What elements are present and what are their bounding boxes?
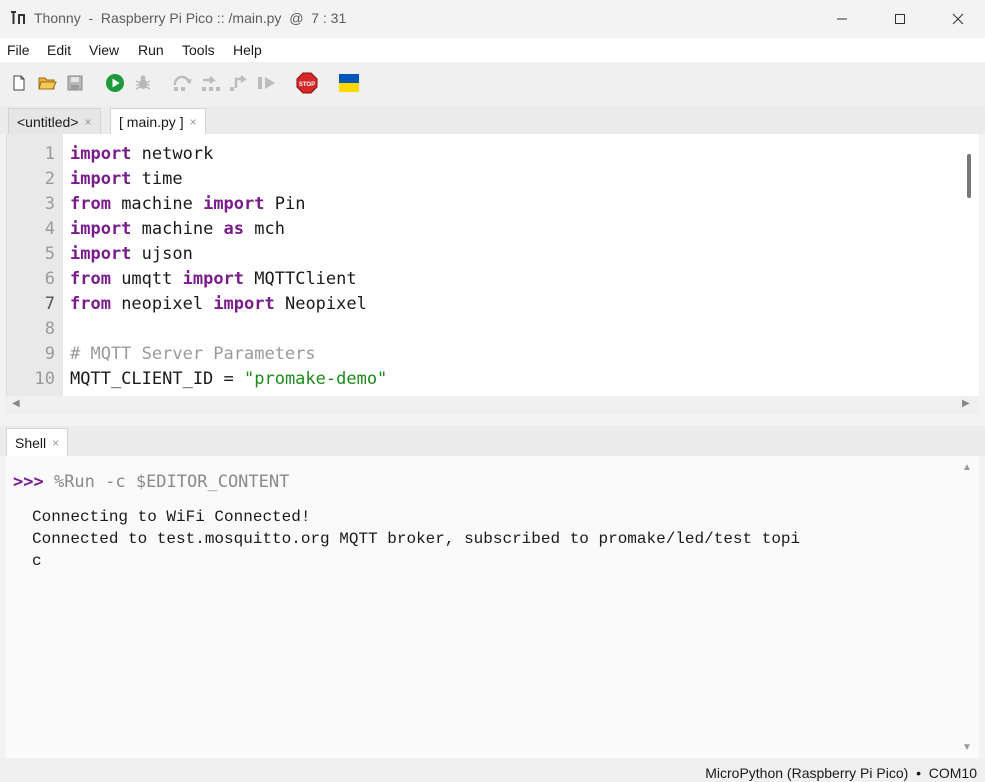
code-line: import time: [70, 169, 183, 189]
new-file-button[interactable]: [8, 72, 30, 94]
status-bar: MicroPython (Raspberry Pi Pico) • COM10: [0, 758, 985, 782]
shell-output-line: Connected to test.mosquitto.org MQTT bro…: [32, 530, 801, 548]
tab-close-icon[interactable]: ×: [52, 436, 59, 450]
editor-tabs: <untitled> × [ main.py ] ×: [0, 106, 985, 134]
line-number: 1: [44, 144, 55, 164]
shell-prompt: >>>: [13, 472, 44, 492]
debug-icon: [135, 75, 151, 90]
scroll-left-icon[interactable]: ◀: [12, 398, 20, 409]
line-number-current: 7: [44, 294, 55, 314]
scroll-down-icon[interactable]: ▼: [962, 742, 972, 753]
line-number: 8: [44, 319, 55, 339]
tab-close-icon[interactable]: ×: [85, 115, 92, 129]
shell-command: %Run -c $EDITOR_CONTENT: [43, 472, 290, 492]
tab-untitled[interactable]: <untitled> ×: [8, 108, 101, 134]
tab-main-py[interactable]: [ main.py ] ×: [110, 108, 206, 134]
editor-horizontal-scrollbar[interactable]: ◀ ▶: [6, 396, 979, 414]
step-over-icon: [173, 75, 192, 91]
ukraine-flag-icon: [339, 74, 359, 92]
shell-output-line: c: [32, 552, 42, 570]
code-line: # MQTT Server Parameters: [70, 344, 316, 364]
code-line: MQTT_CLIENT_ID = "promake-demo": [70, 369, 388, 389]
shell-panel[interactable]: >>> %Run -c $EDITOR_CONTENT Connecting t…: [6, 456, 979, 758]
menu-edit[interactable]: Edit: [47, 42, 71, 58]
line-number: 3: [44, 194, 55, 214]
minimize-button[interactable]: [813, 0, 871, 38]
code-line: from machine import Pin: [70, 194, 306, 214]
shell-tabs: Shell ×: [0, 426, 985, 456]
line-number: 5: [44, 244, 55, 264]
shell-tab-label: Shell: [15, 434, 47, 451]
step-into-icon: [202, 76, 220, 91]
stop-icon: STOP: [296, 72, 318, 94]
code-line: import ujson: [70, 244, 193, 264]
code-line: import network: [70, 144, 214, 164]
menu-file[interactable]: File: [7, 42, 30, 58]
debug-button[interactable]: [132, 72, 154, 94]
close-icon: [952, 13, 964, 25]
code-line: import machine as mch: [70, 219, 285, 239]
stop-label: STOP: [299, 82, 315, 88]
menu-help[interactable]: Help: [233, 42, 262, 58]
thonny-app-icon: [11, 11, 25, 24]
scroll-right-icon[interactable]: ▶: [962, 398, 970, 409]
line-number: 9: [44, 344, 55, 364]
minimize-icon: [837, 18, 847, 20]
code-line: from neopixel import Neopixel: [70, 294, 367, 314]
support-ukraine-button[interactable]: [338, 72, 360, 94]
resume-icon: [258, 77, 275, 89]
menu-tools[interactable]: Tools: [182, 42, 215, 58]
step-into-button[interactable]: [200, 72, 222, 94]
open-file-button[interactable]: [36, 72, 58, 94]
maximize-button[interactable]: [871, 0, 929, 38]
menu-bar: File Edit View Run Tools Help: [0, 38, 985, 62]
step-over-button[interactable]: [172, 72, 194, 94]
editor-vertical-scrollbar[interactable]: [967, 154, 971, 198]
title-bar: Thonny - Raspberry Pi Pico :: /main.py @…: [0, 0, 985, 38]
line-number: 4: [44, 219, 55, 239]
save-icon: [67, 75, 83, 91]
new-file-icon: [13, 75, 25, 91]
tab-close-icon[interactable]: ×: [190, 115, 197, 129]
tab-label: [ main.py ]: [119, 113, 184, 130]
shell-output-line: Connecting to WiFi Connected!: [32, 508, 311, 526]
tab-label: <untitled>: [17, 113, 79, 130]
open-file-icon: [38, 77, 57, 90]
toolbar: STOP: [0, 62, 985, 106]
close-button[interactable]: [929, 0, 985, 38]
stop-button[interactable]: STOP: [296, 72, 318, 94]
line-number-gutter: 1 2 3 4 5 6 7 8 9 10: [7, 134, 63, 396]
maximize-icon: [895, 14, 905, 24]
code-line: from umqtt import MQTTClient: [70, 269, 357, 289]
tab-shell[interactable]: Shell ×: [6, 428, 69, 456]
line-number: 2: [44, 169, 55, 189]
resume-button[interactable]: [256, 72, 278, 94]
run-button[interactable]: [104, 72, 126, 94]
line-number: 6: [44, 269, 55, 289]
interpreter-status[interactable]: MicroPython (Raspberry Pi Pico) • COM10: [705, 765, 977, 781]
step-out-icon: [230, 75, 248, 91]
menu-view[interactable]: View: [89, 42, 119, 58]
menu-run[interactable]: Run: [138, 42, 164, 58]
shell-prompt-line: >>> %Run -c $EDITOR_CONTENT: [13, 472, 289, 492]
step-out-button[interactable]: [228, 72, 250, 94]
window-title: Thonny - Raspberry Pi Pico :: /main.py @…: [34, 10, 347, 26]
code-editor[interactable]: 1 2 3 4 5 6 7 8 9 10 import network impo…: [6, 134, 979, 396]
save-button[interactable]: [64, 72, 86, 94]
line-number: 10: [34, 369, 55, 389]
run-icon: [106, 74, 124, 92]
scroll-up-icon[interactable]: ▲: [962, 462, 972, 473]
